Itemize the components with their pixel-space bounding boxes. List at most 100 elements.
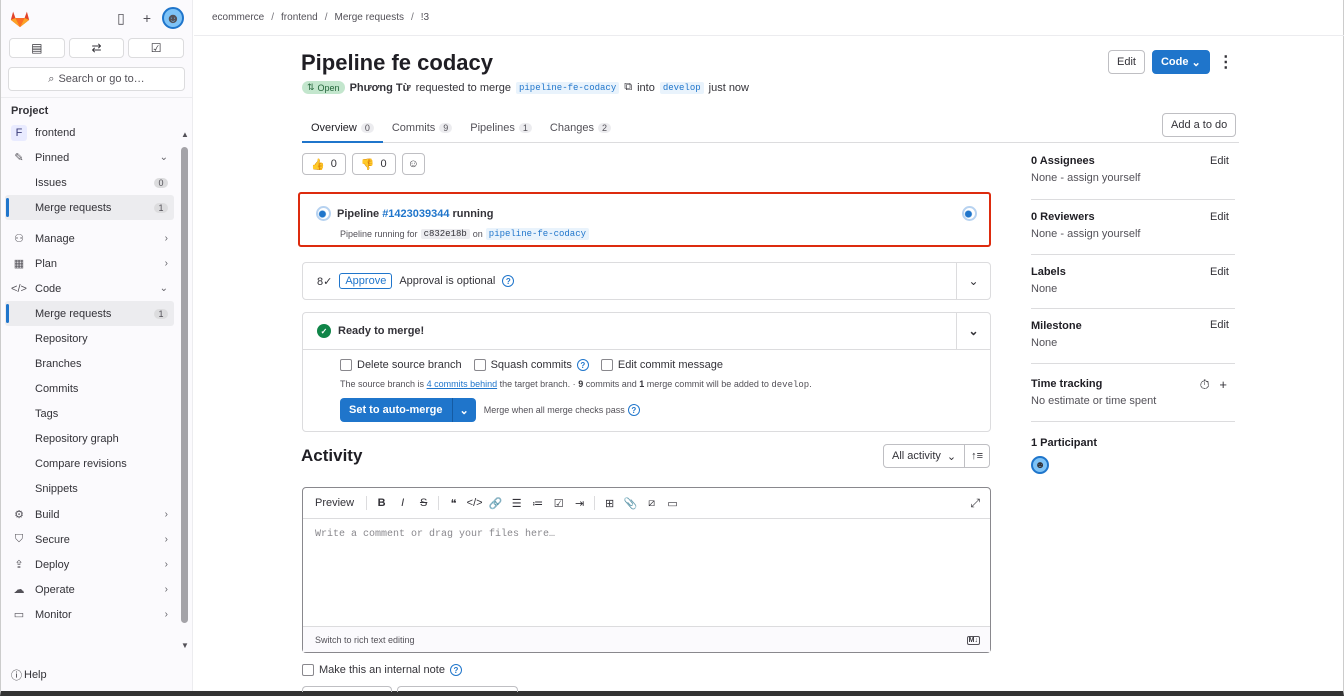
chevron-down-icon[interactable]: ⌄ bbox=[956, 313, 990, 349]
tab-commits[interactable]: Commits 9 bbox=[383, 113, 461, 143]
participant-avatar[interactable]: ☻ bbox=[1031, 456, 1049, 474]
nav-pinned[interactable]: ✎ Pinned ⌄ bbox=[5, 145, 174, 170]
link-icon[interactable]: 🔗 bbox=[485, 497, 506, 510]
chevron-down-icon[interactable]: ⌄ bbox=[956, 263, 990, 299]
thumbs-down-button[interactable]: 👎 0 bbox=[351, 153, 396, 175]
edit-milestone-button[interactable]: Edit bbox=[1210, 319, 1229, 331]
project-link[interactable]: Ffrontend bbox=[5, 120, 174, 145]
nav-commits[interactable]: Commits bbox=[5, 376, 174, 401]
running-status-icon[interactable] bbox=[316, 206, 331, 221]
attach-icon[interactable]: 📎 bbox=[620, 497, 641, 510]
nav-build[interactable]: ⚙ Build › bbox=[5, 502, 174, 527]
edit-button[interactable]: Edit bbox=[1108, 50, 1145, 74]
checkbox[interactable] bbox=[600, 359, 613, 371]
comment-button[interactable] bbox=[302, 686, 392, 692]
comment-template-icon[interactable]: ▭ bbox=[662, 497, 683, 510]
edit-reviewers-button[interactable]: Edit bbox=[1210, 211, 1229, 223]
nav-plan[interactable]: ▦ Plan › bbox=[5, 251, 174, 276]
strikethrough-icon[interactable]: S bbox=[413, 497, 434, 509]
tab-changes[interactable]: Changes 2 bbox=[541, 113, 620, 143]
pipeline-link[interactable]: #1423039344 bbox=[382, 208, 449, 220]
switch-rich-text-link[interactable]: Switch to rich text editing bbox=[315, 635, 415, 645]
nav-code-merge-requests[interactable]: Merge requests 1 bbox=[5, 301, 174, 326]
breadcrumb-item[interactable]: frontend bbox=[281, 12, 318, 23]
nav-monitor[interactable]: ▭ Monitor › bbox=[5, 602, 174, 627]
breadcrumb-item[interactable]: !3 bbox=[421, 12, 429, 23]
reviewers-value[interactable]: None - assign yourself bbox=[1031, 228, 1235, 240]
issues-shortcut-icon[interactable]: ▤ bbox=[9, 38, 65, 58]
job-status-icon[interactable] bbox=[962, 206, 977, 221]
add-reaction-button[interactable]: ☺ bbox=[401, 153, 425, 175]
nav-tags[interactable]: Tags bbox=[5, 401, 174, 426]
checkbox[interactable] bbox=[302, 664, 314, 676]
sidebar-scrollbar[interactable]: ▲ ▼ bbox=[181, 130, 189, 650]
add-time-icon[interactable]: + bbox=[1219, 377, 1227, 392]
slash-command-icon[interactable]: ⧄ bbox=[641, 497, 662, 510]
scroll-down-icon[interactable]: ▼ bbox=[181, 641, 189, 650]
fullscreen-icon[interactable]: ⤢ bbox=[970, 496, 980, 511]
numbered-list-icon[interactable]: ≔ bbox=[527, 497, 548, 510]
author-name[interactable]: Phương Từ bbox=[350, 82, 411, 94]
scrollbar-thumb[interactable] bbox=[181, 147, 188, 623]
checkbox[interactable] bbox=[340, 359, 352, 371]
commit-sha[interactable]: c832e18b bbox=[420, 229, 470, 239]
indent-icon[interactable]: ⇥ bbox=[569, 497, 590, 510]
nav-pinned-issues[interactable]: Issues 0 bbox=[5, 170, 174, 195]
breadcrumb-item[interactable]: Merge requests bbox=[335, 12, 404, 23]
bullet-list-icon[interactable]: ☰ bbox=[506, 497, 527, 510]
pipeline-branch[interactable]: pipeline-fe-codacy bbox=[485, 228, 590, 240]
internal-note-checkbox[interactable]: Make this an internal note? bbox=[302, 664, 462, 676]
help-icon[interactable]: ? bbox=[627, 404, 640, 416]
more-actions-icon[interactable]: ⋮ bbox=[1217, 52, 1235, 72]
stopwatch-icon[interactable]: ⏱ bbox=[1200, 377, 1210, 392]
set-auto-merge-button[interactable]: Set to auto-merge bbox=[340, 398, 452, 422]
code-dropdown-button[interactable]: Code ⌄ bbox=[1151, 50, 1210, 74]
tab-overview[interactable]: Overview 0 bbox=[302, 113, 383, 143]
nav-repository[interactable]: Repository bbox=[5, 326, 174, 351]
chevron-down-icon[interactable]: ⌄ bbox=[451, 398, 476, 422]
help-icon[interactable]: ? bbox=[449, 664, 462, 676]
help-icon[interactable]: ? bbox=[576, 359, 589, 371]
close-button[interactable] bbox=[397, 686, 518, 692]
squash-commits-checkbox[interactable]: Squash commits? bbox=[473, 359, 589, 371]
nav-secure[interactable]: ⛉ Secure › bbox=[5, 527, 174, 552]
help-button[interactable]: ⓘ Help bbox=[11, 667, 47, 683]
nav-snippets[interactable]: Snippets bbox=[5, 476, 174, 501]
create-new-icon[interactable]: + bbox=[136, 7, 158, 29]
activity-filter-dropdown[interactable]: All activity ⌄ bbox=[883, 444, 966, 468]
source-branch[interactable]: pipeline-fe-codacy bbox=[516, 81, 620, 94]
nav-deploy[interactable]: ⇪ Deploy › bbox=[5, 552, 174, 577]
checkbox[interactable] bbox=[473, 359, 486, 371]
nav-manage[interactable]: ⚇ Manage › bbox=[5, 226, 174, 251]
delete-source-branch-checkbox[interactable]: Delete source branch bbox=[340, 359, 462, 371]
scroll-up-icon[interactable]: ▲ bbox=[181, 130, 189, 139]
code-icon[interactable]: </> bbox=[464, 497, 485, 509]
help-icon[interactable]: ? bbox=[502, 275, 515, 287]
user-avatar[interactable]: ☻ bbox=[162, 7, 184, 29]
italic-icon[interactable]: I bbox=[392, 497, 413, 509]
task-list-icon[interactable]: ☑ bbox=[548, 497, 569, 510]
todos-shortcut-icon[interactable]: ☑ bbox=[128, 38, 185, 58]
copy-icon[interactable]: ⧉ bbox=[624, 81, 632, 94]
edit-assignees-button[interactable]: Edit bbox=[1210, 155, 1229, 167]
nav-operate[interactable]: ☁ Operate › bbox=[5, 577, 174, 602]
target-branch[interactable]: develop bbox=[659, 81, 704, 94]
nav-compare-revisions[interactable]: Compare revisions bbox=[5, 451, 174, 476]
nav-repository-graph[interactable]: Repository graph bbox=[5, 426, 174, 451]
nav-code[interactable]: </> Code ⌄ bbox=[5, 276, 174, 301]
gitlab-logo[interactable] bbox=[9, 7, 31, 29]
bold-icon[interactable]: B bbox=[371, 497, 392, 509]
breadcrumb-item[interactable]: ecommerce bbox=[212, 12, 264, 23]
approve-button[interactable]: Approve bbox=[339, 273, 393, 289]
edit-labels-button[interactable]: Edit bbox=[1210, 266, 1229, 278]
sort-order-icon[interactable]: ↑≡ bbox=[965, 444, 991, 468]
nav-pinned-merge-requests[interactable]: Merge requests 1 bbox=[5, 195, 174, 220]
table-icon[interactable]: ⊞ bbox=[599, 497, 620, 510]
add-todo-button[interactable]: Add a to do bbox=[1162, 113, 1237, 137]
toggle-sidebar-icon[interactable]: ▯ bbox=[110, 7, 132, 29]
edit-commit-message-checkbox[interactable]: Edit commit message bbox=[600, 359, 723, 371]
quote-icon[interactable]: ❝ bbox=[443, 497, 464, 510]
commits-behind-link[interactable]: 4 commits behind bbox=[427, 379, 498, 389]
comment-textarea[interactable]: Write a comment or drag your files here… bbox=[315, 529, 555, 540]
preview-tab[interactable]: Preview bbox=[315, 497, 354, 509]
